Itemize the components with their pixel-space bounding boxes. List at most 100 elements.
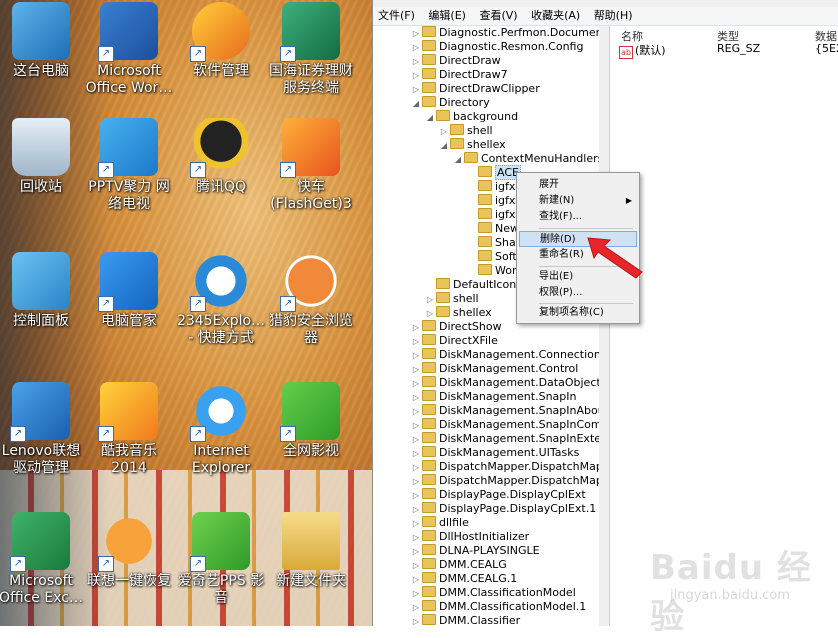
expand-toggle-icon[interactable]: ▷ [411,447,421,461]
context-menu-item[interactable]: 复制项名称(C) [519,305,637,321]
tree-node[interactable]: Wor [467,264,516,278]
tree-node[interactable]: ▷ DisplayPage.DisplayCplExt.1 [411,502,596,516]
expand-toggle-icon[interactable]: ▷ [411,391,421,405]
desktop-icon[interactable]: ↗ 电脑管家 [84,252,174,330]
expand-toggle-icon[interactable]: ▷ [411,377,421,391]
expand-toggle-icon[interactable]: ▷ [411,517,421,531]
context-menu-item[interactable]: 权限(P)... [519,285,637,301]
tree-node[interactable]: igfxc [467,180,521,194]
expand-toggle-icon[interactable]: ▷ [411,363,421,377]
desktop-icon[interactable]: ↗ Microsoft Office Exc… [0,512,86,607]
expand-toggle-icon[interactable]: ▷ [439,125,449,139]
tree-node[interactable]: ◢ background [425,110,518,124]
tree-node[interactable]: ▷ DispatchMapper.DispatchMapper [411,460,609,475]
tree-node[interactable]: ▷ DisplayPage.DisplayCplExt [411,488,586,502]
desktop-icon[interactable]: ↗ Internet Explorer [176,382,266,477]
desktop-icon[interactable]: ↗ 腾讯QQ [176,118,266,196]
expand-toggle-icon[interactable]: ▷ [411,601,421,615]
desktop-icon[interactable]: ↗ Lenovo联想驱动管理 [0,382,86,477]
desktop-icon[interactable]: ↗ 猎豹安全浏览器 [266,252,356,347]
context-menu-item[interactable]: 查找(F)... [519,209,637,225]
tree-node[interactable]: ▷ DMM.CEALG.1 [411,572,517,586]
expand-toggle-icon[interactable]: ▷ [411,349,421,363]
value-list[interactable]: 名称 类型 数据 ab(默认) REG_SZ {5E21 [613,26,838,626]
desktop-icon[interactable]: ↗ 联想一键恢复 [84,512,174,590]
tree-node[interactable]: DefaultIcon [425,278,516,292]
expand-toggle-icon[interactable]: ▷ [411,419,421,433]
menu-file[interactable]: 文件(F) [373,7,420,25]
expand-toggle-icon[interactable]: ▷ [411,321,421,335]
tree-node[interactable]: ▷ DirectDraw [411,54,501,68]
registry-tree[interactable]: ▷ Diagnostic.Perfmon.Document ▷ Diagnostic.… [373,26,610,626]
tree-node[interactable]: Softl [467,250,520,264]
expand-toggle-icon[interactable]: ▷ [425,307,435,321]
expand-toggle-icon[interactable]: ▷ [411,559,421,573]
expand-toggle-icon[interactable]: ▷ [411,55,421,69]
desktop-icon[interactable]: ↗ 2345Explo… - 快捷方式 [176,252,266,347]
expand-toggle-icon[interactable]: ◢ [453,153,463,167]
desktop-icon[interactable]: ↗ 全网影视 [266,382,356,460]
tree-node[interactable]: ACE [467,165,521,180]
tree-node[interactable]: ▷ DirectShow [411,320,502,334]
expand-toggle-icon[interactable]: ▷ [411,531,421,545]
tree-node[interactable]: ▷ DllHostInitializer [411,530,529,544]
tree-node[interactable]: ▷ DispatchMapper.DispatchMapper [411,474,609,489]
tree-scrollbar[interactable] [599,26,609,626]
tree-node[interactable]: ▷ DiskManagement.UITasks [411,446,579,460]
expand-toggle-icon[interactable]: ▷ [411,573,421,587]
expand-toggle-icon[interactable]: ▷ [411,461,421,475]
desktop-icon[interactable]: 这台电脑 [0,2,86,80]
tree-node[interactable]: ▷ DiskManagement.SnapInExtension [411,432,609,446]
expand-toggle-icon[interactable]: ▷ [411,335,421,349]
tree-node[interactable]: ▷ DMM.CEALG [411,558,507,572]
expand-toggle-icon[interactable]: ▷ [411,503,421,517]
tree-node[interactable]: ▷ dllfile [411,516,469,530]
tree-node[interactable]: ▷ DirectDraw7 [411,68,508,82]
context-menu-item[interactable]: 展开 [519,177,637,193]
tree-node[interactable]: ▷ DiskManagement.DataObject [411,376,601,390]
expand-toggle-icon[interactable]: ▷ [411,69,421,83]
expand-toggle-icon[interactable]: ▷ [411,615,421,626]
expand-toggle-icon[interactable]: ◢ [411,97,421,111]
tree-node[interactable]: ◢ ContextMenuHandlers [453,152,603,166]
tree-node[interactable]: ◢ Directory [411,96,490,110]
tree-node[interactable]: ▷ DiskManagement.Control [411,362,578,376]
desktop-icon[interactable]: ↗ Microsoft Office Wor… [84,2,174,97]
desktop-icon[interactable]: 回收站 [0,118,86,196]
tree-node[interactable]: ▷ shell [439,124,493,138]
tree-node[interactable]: ▷ Diagnostic.Perfmon.Document [411,26,607,40]
tree-node[interactable]: ▷ DirectXFile [411,334,498,348]
tree-node[interactable]: ▷ DMM.Classifier [411,614,520,626]
tree-node[interactable]: ▷ Diagnostic.Resmon.Config [411,40,583,54]
tree-node[interactable]: ▷ DiskManagement.Connection [411,348,601,362]
tree-node[interactable]: ▷ shell [425,292,479,306]
expand-toggle-icon[interactable]: ▷ [411,475,421,489]
expand-toggle-icon[interactable]: ◢ [425,111,435,125]
menu-help[interactable]: 帮助(H) [589,7,638,25]
menu-edit[interactable]: 编辑(E) [423,7,471,25]
desktop-icon[interactable]: 控制面板 [0,252,86,330]
desktop-icon[interactable]: ↗ 国海证券理财服务终端 [266,2,356,97]
tree-node[interactable]: ◢ shellex [439,138,506,152]
context-menu-item[interactable]: 新建(N) ▶ [519,193,637,209]
expand-toggle-icon[interactable]: ▷ [411,489,421,503]
menu-view[interactable]: 查看(V) [474,7,522,25]
expand-toggle-icon[interactable]: ▷ [425,293,435,307]
desktop-icon[interactable]: 新建文件夹 [266,512,356,590]
expand-toggle-icon[interactable]: ▷ [411,587,421,601]
expand-toggle-icon[interactable]: ▷ [411,545,421,559]
tree-node[interactable]: ▷ DirectDrawClipper [411,82,540,96]
desktop-icon[interactable]: ↗ 爱奇艺PPS 影音 [176,512,266,607]
desktop-icon[interactable]: ↗ PPTV聚力 网络电视 [84,118,174,213]
tree-node[interactable]: Shar [467,236,520,250]
tree-node[interactable]: ▷ DiskManagement.SnapInAbout [411,404,609,418]
tree-node[interactable]: ▷ DLNA-PLAYSINGLE [411,544,540,558]
value-row[interactable]: ab (默认) [619,42,666,59]
tree-node[interactable]: ▷ shellex [425,306,492,320]
expand-toggle-icon[interactable]: ▷ [411,41,421,55]
tree-node[interactable]: ▷ DiskManagement.SnapInCompone [411,418,609,433]
tree-node[interactable]: ▷ DMM.ClassificationModel.1 [411,600,586,614]
desktop-icon[interactable]: ↗ 软件管理 [176,2,266,80]
expand-toggle-icon[interactable]: ▷ [411,405,421,419]
desktop-icon[interactable]: ↗ 快车(FlashGet)3 [266,118,356,213]
